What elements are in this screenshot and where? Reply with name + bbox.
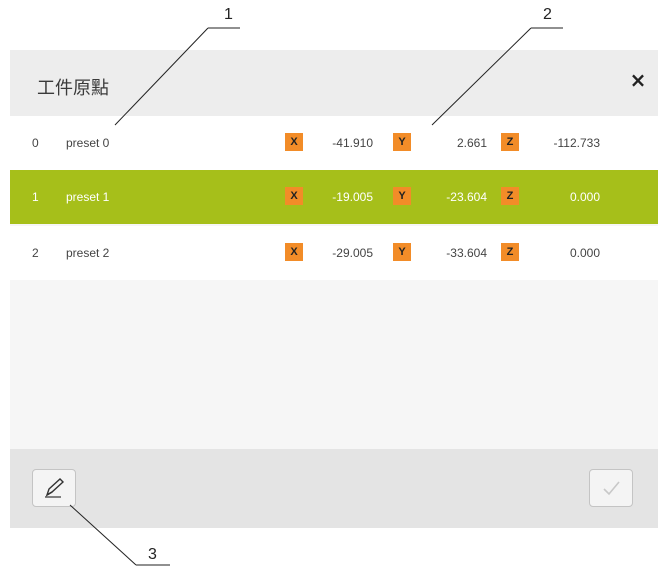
callout-lines — [69, 27, 563, 566]
callout-label-2: 2 — [543, 6, 552, 23]
callout-label-1: 1 — [224, 6, 233, 23]
callout-label-3: 3 — [148, 546, 157, 563]
